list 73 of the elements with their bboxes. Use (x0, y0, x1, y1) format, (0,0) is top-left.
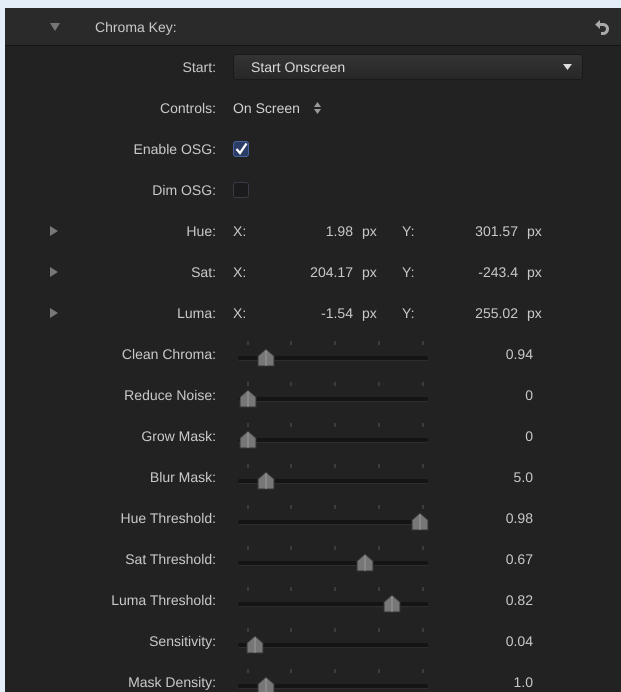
field-label: Sat: (191, 264, 216, 280)
reset-icon[interactable] (595, 18, 609, 34)
disclosure-triangle-icon[interactable] (50, 22, 60, 30)
axis-label: X: (233, 304, 248, 320)
slider-value: 1.0 (512, 674, 533, 690)
caret-icon (563, 64, 572, 70)
value-text: -243.4 (477, 264, 518, 280)
unit-label: px (362, 264, 378, 280)
checkbox[interactable] (233, 140, 249, 156)
slider-thumb[interactable] (410, 512, 430, 530)
field-label: Luma Threshold: (111, 592, 216, 608)
axis-label: Y: (402, 304, 416, 320)
value-text: 301.57 (474, 222, 518, 238)
slider-track[interactable] (238, 666, 428, 692)
field-label: Reduce Noise: (124, 386, 216, 402)
slider-value: 0.94 (504, 346, 533, 362)
field-label: Blur Mask: (150, 468, 216, 484)
value-text: 1.98 (324, 222, 353, 238)
field-label: Hue: (186, 222, 216, 238)
axis-label: Y: (402, 222, 416, 238)
field-label: Start: (182, 58, 216, 74)
field-label: Clean Chroma: (122, 346, 216, 362)
checkbox[interactable] (233, 182, 249, 198)
field-label: Mask Density: (128, 674, 216, 690)
value-text: 204.17 (309, 264, 353, 280)
unit-label: px (527, 304, 542, 320)
stepper-icon (314, 102, 321, 114)
value-text: -1.54 (320, 304, 353, 320)
slider-thumb[interactable] (238, 430, 258, 448)
field-label: Grow Mask: (141, 428, 216, 444)
unit-label: px (362, 304, 378, 320)
slider-thumb[interactable] (256, 348, 276, 366)
slider-track[interactable] (238, 584, 428, 614)
axis-label: Y: (402, 264, 416, 280)
slider-value: 0.04 (504, 632, 533, 648)
slider-value: 0 (524, 386, 533, 402)
field-label: Luma: (177, 304, 216, 320)
slider-thumb[interactable] (245, 634, 265, 654)
slider-thumb[interactable] (256, 470, 276, 490)
slider-track[interactable] (238, 626, 428, 656)
slider-track[interactable] (238, 502, 428, 532)
controls-popup[interactable]: On Screen (233, 100, 321, 116)
section-title: Chroma Key: (95, 18, 178, 34)
slider-value: 5.0 (512, 468, 533, 484)
axis-label: X: (233, 264, 248, 280)
axis-label: X: (233, 222, 248, 238)
value-text: 255.02 (474, 304, 518, 320)
slider-track[interactable] (238, 420, 428, 450)
slider-value: 0.98 (504, 510, 533, 526)
slider-thumb[interactable] (355, 552, 376, 572)
disclosure-triangle-icon[interactable] (50, 226, 58, 236)
unit-label: px (527, 264, 542, 280)
slider-track[interactable] (238, 338, 428, 368)
slider-thumb[interactable] (382, 594, 402, 612)
disclosure-triangle-icon[interactable] (50, 266, 58, 276)
field-label: Dim OSG: (152, 182, 216, 198)
start-dropdown[interactable]: Start Onscreen (233, 54, 583, 80)
slider-track[interactable] (238, 544, 428, 574)
field-label: Sat Threshold: (125, 550, 216, 566)
slider-value: 0.67 (504, 550, 533, 566)
unit-label: px (527, 222, 542, 238)
unit-label: px (362, 222, 378, 238)
slider-value: 0.82 (504, 592, 533, 608)
slider-thumb[interactable] (238, 388, 258, 408)
field-label: Controls: (160, 100, 216, 116)
field-label: Sensitivity: (149, 632, 216, 648)
field-label: Hue Threshold: (120, 510, 216, 526)
slider-thumb[interactable] (256, 676, 276, 692)
slider-value: 0 (524, 428, 533, 444)
slider-track[interactable] (238, 462, 428, 492)
disclosure-triangle-icon[interactable] (50, 308, 58, 318)
slider-track[interactable] (238, 380, 428, 410)
field-label: Enable OSG: (134, 140, 216, 156)
